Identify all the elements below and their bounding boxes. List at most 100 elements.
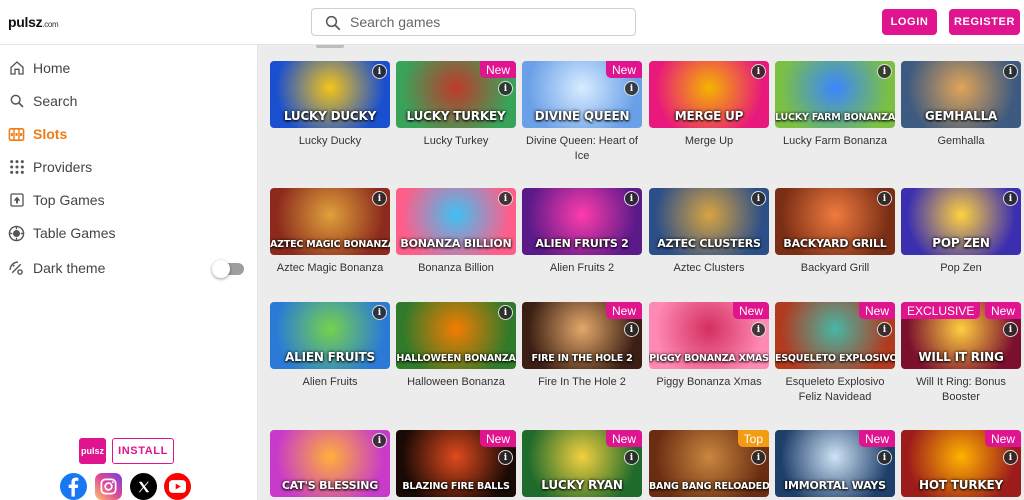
info-icon[interactable]: i [372,305,387,320]
game-thumbnail[interactable]: GEMHALLA i [901,61,1021,128]
top-badge: Top [737,430,769,447]
game-card[interactable]: HALLOWEEN BONANZA i Halloween Bonanza [396,302,516,390]
info-icon[interactable]: i [372,433,387,448]
new-badge: New [858,430,895,447]
info-icon[interactable]: i [877,191,892,206]
game-title: Fire In The Hole 2 [538,376,626,388]
info-icon[interactable]: i [372,64,387,79]
info-icon[interactable]: i [751,64,766,79]
info-icon[interactable]: i [624,450,639,465]
sidebar-item-slots[interactable]: Slots [8,123,67,145]
game-card[interactable]: PIGGY BONANZA XMAS New i Piggy Bonanza Xmas [649,302,769,390]
search-input[interactable] [350,12,630,32]
game-thumbnail[interactable]: ESQUELETO EXPLOSIVO New i [775,302,895,369]
game-thumbnail[interactable]: LUCKY TURKEY New i [396,61,516,128]
info-icon[interactable]: i [498,305,513,320]
game-title: Piggy Bonanza Xmas [656,376,762,388]
search-bar[interactable] [311,8,636,36]
facebook-icon[interactable] [60,473,87,500]
game-thumbnail[interactable]: ALIEN FRUITS 2 i [522,188,642,255]
game-thumbnail[interactable]: BONANZA BILLION i [396,188,516,255]
game-card[interactable]: LUCKY RYAN New i [522,430,642,500]
game-thumbnail[interactable]: LUCKY DUCKY i [270,61,390,128]
info-icon[interactable]: i [877,322,892,337]
game-card[interactable]: AZTEC CLUSTERS i Aztec Clusters [649,188,769,276]
info-icon[interactable]: i [1003,64,1018,79]
dark-theme-toggle[interactable] [212,260,244,278]
x-icon[interactable] [130,473,157,500]
info-icon[interactable]: i [877,64,892,79]
install-button[interactable]: INSTALL [112,438,174,464]
game-card[interactable]: GEMHALLA i Gemhalla [901,61,1021,149]
game-card[interactable]: ALIEN FRUITS i Alien Fruits [270,302,390,390]
info-icon[interactable]: i [751,191,766,206]
game-card[interactable]: FIRE IN THE HOLE 2 New i Fire In The Hole 2 [522,302,642,390]
game-thumbnail[interactable]: FIRE IN THE HOLE 2 New i [522,302,642,369]
game-card[interactable]: WILL IT RING EXCLUSIVE New i Will It Ring: B… [901,302,1021,405]
sidebar-item-home[interactable]: Home [8,57,70,79]
game-thumbnail[interactable]: POP ZEN i [901,188,1021,255]
game-thumbnail[interactable]: BLAZING FIRE BALLS New i [396,430,516,497]
info-icon[interactable]: i [751,322,766,337]
sidebar-item-label: Dark theme [33,260,106,276]
game-card[interactable]: LUCKY TURKEY New i Lucky Turkey [396,61,516,149]
info-icon[interactable]: i [1003,191,1018,206]
info-icon[interactable]: i [624,322,639,337]
game-thumbnail[interactable]: LUCKY RYAN New i [522,430,642,497]
info-icon[interactable]: i [751,450,766,465]
game-thumbnail[interactable]: IMMORTAL WAYS New i [775,430,895,497]
game-art-title: WILL IT RING [918,350,1004,364]
game-title: Divine Queen: Heart of Ice [526,135,638,162]
youtube-icon[interactable] [164,473,191,500]
sidebar-item-search[interactable]: Search [8,90,77,112]
game-card[interactable]: CAT'S BLESSING i [270,430,390,500]
info-icon[interactable]: i [498,450,513,465]
game-card[interactable]: DIVINE QUEEN New i Divine Queen: Heart of I… [522,61,642,164]
game-card[interactable]: LUCKY DUCKY i Lucky Ducky [270,61,390,149]
game-card[interactable]: BONANZA BILLION i Bonanza Billion [396,188,516,276]
game-card[interactable]: ESQUELETO EXPLOSIVO New i Esqueleto Explosi… [775,302,895,405]
game-card[interactable]: IMMORTAL WAYS New i [775,430,895,500]
game-thumbnail[interactable]: CAT'S BLESSING i [270,430,390,497]
info-icon[interactable]: i [372,191,387,206]
game-card[interactable]: BACKYARD GRILL i Backyard Grill [775,188,895,276]
info-icon[interactable]: i [624,191,639,206]
game-art-title: LUCKY DUCKY [283,109,377,123]
game-thumbnail[interactable]: DIVINE QUEEN New i [522,61,642,128]
game-thumbnail[interactable]: HOT TURKEY New i [901,430,1021,497]
game-thumbnail[interactable]: LUCKY FARM BONANZA i [775,61,895,128]
instagram-icon[interactable] [95,473,122,500]
game-thumbnail[interactable]: WILL IT RING EXCLUSIVE New i [901,302,1021,369]
info-icon[interactable]: i [1003,322,1018,337]
new-badge: New [732,302,769,319]
game-thumbnail[interactable]: BANG BANG RELOADED Top i [649,430,769,497]
sidebar-item-top-games[interactable]: Top Games [8,189,105,211]
game-card[interactable]: BLAZING FIRE BALLS New i [396,430,516,500]
game-card[interactable]: LUCKY FARM BONANZA i Lucky Farm Bonanza [775,61,895,149]
game-thumbnail[interactable]: HALLOWEEN BONANZA i [396,302,516,369]
info-icon[interactable]: i [624,81,639,96]
site-logo[interactable]: pulsz.com [8,14,59,30]
login-button[interactable]: LOGIN [882,9,937,35]
info-icon[interactable]: i [498,191,513,206]
info-icon[interactable]: i [877,450,892,465]
game-card[interactable]: BANG BANG RELOADED Top i [649,430,769,500]
game-thumbnail[interactable]: BACKYARD GRILL i [775,188,895,255]
info-icon[interactable]: i [498,81,513,96]
info-icon[interactable]: i [1003,450,1018,465]
register-button[interactable]: REGISTER [949,9,1020,35]
game-thumbnail[interactable]: AZTEC MAGIC BONANZA i [270,188,390,255]
game-title: Lucky Ducky [298,135,362,147]
sidebar-item-table-games[interactable]: Table Games [8,222,115,244]
game-card[interactable]: AZTEC MAGIC BONANZA i Aztec Magic Bonanza [270,188,390,276]
game-art-title: AZTEC CLUSTERS [657,237,761,250]
game-thumbnail[interactable]: MERGE UP i [649,61,769,128]
game-thumbnail[interactable]: ALIEN FRUITS i [270,302,390,369]
sidebar-item-providers[interactable]: Providers [8,156,92,178]
game-card[interactable]: HOT TURKEY New i [901,430,1021,500]
game-thumbnail[interactable]: PIGGY BONANZA XMAS New i [649,302,769,369]
game-thumbnail[interactable]: AZTEC CLUSTERS i [649,188,769,255]
game-card[interactable]: POP ZEN i Pop Zen [901,188,1021,276]
game-card[interactable]: MERGE UP i Merge Up [649,61,769,149]
game-card[interactable]: ALIEN FRUITS 2 i Alien Fruits 2 [522,188,642,276]
